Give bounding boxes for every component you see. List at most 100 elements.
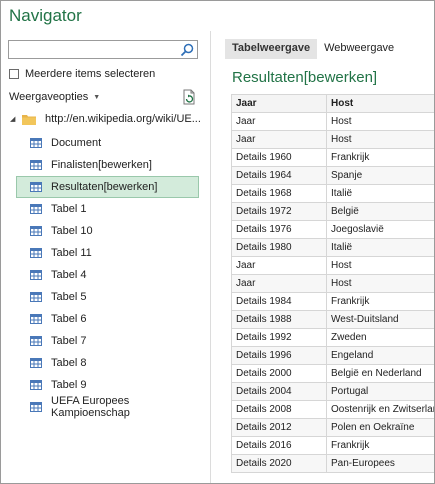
tree-item[interactable]: Tabel 7	[16, 330, 199, 352]
table-row: Jaar Host	[231, 112, 434, 131]
pane-divider	[210, 31, 211, 483]
tree-root[interactable]: ◢ http://en.wikipedia.org/wiki/UE...	[10, 113, 201, 125]
tree-item[interactable]: Tabel 10	[16, 220, 199, 242]
table-row: Details 1992 Zweden	[231, 328, 434, 347]
table-row: Details 1976 Joegoslavië	[231, 220, 434, 239]
table-row: Details 2000 België en Nederland	[231, 364, 434, 383]
table-cell: België en Nederland	[326, 364, 434, 383]
table-row: Details 2016 Frankrijk	[231, 436, 434, 455]
table-cell: Details 1988	[231, 310, 327, 329]
table-cell: Jaar	[231, 274, 327, 293]
tree-item[interactable]: Tabel 5	[16, 286, 199, 308]
table-row: Details 1984 Frankrijk	[231, 292, 434, 311]
tab-webweergave[interactable]: Webweergave	[317, 39, 401, 59]
column-header[interactable]: Jaar	[231, 94, 327, 113]
view-tabs: Tabelweergave Webweergave	[225, 39, 401, 59]
table-cell: Zweden	[326, 328, 434, 347]
table-row: Details 1980 Italië	[231, 238, 434, 257]
table-cell: West-Duitsland	[326, 310, 434, 329]
table-cell: Portugal	[326, 382, 434, 401]
table-row: Jaar Host	[231, 130, 434, 149]
tree-item[interactable]: Tabel 8	[16, 352, 199, 374]
column-header[interactable]: Host	[326, 94, 434, 113]
table-cell: Details 1980	[231, 238, 327, 257]
tree-item-label: Finalisten[bewerken]	[51, 159, 152, 171]
table-cell: Engeland	[326, 346, 434, 365]
tree-item-label: Tabel 11	[51, 247, 92, 259]
tree-item[interactable]: Resultaten[bewerken]	[16, 176, 199, 198]
table-row: Details 1972 België	[231, 202, 434, 221]
table-cell: Details 2020	[231, 454, 327, 473]
table-icon	[30, 226, 42, 236]
tree-item-label: Tabel 8	[51, 357, 87, 369]
tree-item[interactable]: Finalisten[bewerken]	[16, 154, 199, 176]
table-cell: Details 1968	[231, 184, 327, 203]
refresh-icon[interactable]	[182, 89, 196, 105]
table-icon	[30, 182, 42, 192]
multi-select-checkbox[interactable]	[9, 69, 19, 79]
table-header-row: Jaar Host	[231, 94, 434, 113]
table-cell: Polen en Oekraïne	[326, 418, 434, 437]
window-title: Navigator	[9, 6, 82, 25]
table-cell: Details 2008	[231, 400, 327, 419]
table-icon	[30, 292, 42, 302]
tree-item[interactable]: Tabel 9	[16, 374, 199, 396]
table-icon	[30, 314, 42, 324]
tree-item-label: Tabel 1	[51, 203, 87, 215]
table-icon	[30, 204, 42, 214]
tree-item-label: Tabel 6	[51, 313, 87, 325]
table-cell: Details 2016	[231, 436, 327, 455]
tree-item[interactable]: Tabel 11	[16, 242, 199, 264]
tree-item-label: Tabel 4	[51, 269, 87, 281]
table-row: Details 2012 Polen en Oekraïne	[231, 418, 434, 437]
table-row: Jaar Host	[231, 256, 434, 275]
table-icon	[30, 270, 42, 280]
folder-icon	[22, 114, 36, 125]
table-cell: Details 1964	[231, 166, 327, 185]
table-cell: Details 2012	[231, 418, 327, 437]
table-icon	[30, 380, 42, 390]
table-cell: Spanje	[326, 166, 434, 185]
table-icon	[30, 358, 42, 368]
multi-select-row[interactable]: Meerdere items selecteren	[9, 68, 155, 80]
table-row: Details 2008 Oostenrijk en Zwitserland	[231, 400, 434, 419]
table-cell: Details 1984	[231, 292, 327, 311]
chevron-down-icon: ▼	[93, 93, 101, 101]
display-options-label: Weergaveopties	[9, 91, 89, 103]
table-cell: Jaar	[231, 130, 327, 149]
table-cell: Italië	[326, 238, 434, 257]
tree-item[interactable]: Document	[16, 132, 199, 154]
search-icon[interactable]	[180, 43, 194, 57]
tree-item-label: UEFA Europees Kampioenschap	[51, 395, 130, 419]
table-cell: Italië	[326, 184, 434, 203]
table-row: Jaar Host	[231, 274, 434, 293]
table-cell: Jaar	[231, 256, 327, 275]
tree-item[interactable]: Tabel 6	[16, 308, 199, 330]
table-cell: Oostenrijk en Zwitserland	[326, 400, 434, 419]
collapse-arrow-icon[interactable]: ◢	[10, 115, 22, 123]
tree-root-label: http://en.wikipedia.org/wiki/UE...	[45, 113, 201, 125]
table-cell: Details 1992	[231, 328, 327, 347]
table-icon	[30, 402, 42, 412]
search-input[interactable]	[8, 40, 198, 59]
display-options-dropdown[interactable]: Weergaveopties ▼	[9, 91, 100, 103]
tree-item[interactable]: Tabel 1	[16, 198, 199, 220]
table-icon	[30, 160, 42, 170]
table-row: Details 1996 Engeland	[231, 346, 434, 365]
table-cell: Host	[326, 256, 434, 275]
table-cell: Details 1996	[231, 346, 327, 365]
table-cell: Joegoslavië	[326, 220, 434, 239]
table-cell: Jaar	[231, 112, 327, 131]
tree-item-label: Resultaten[bewerken]	[51, 181, 158, 193]
table-cell: Details 1960	[231, 148, 327, 167]
table-row: Details 1988 West-Duitsland	[231, 310, 434, 329]
tree-item-label: Tabel 10	[51, 225, 93, 237]
tree-item[interactable]: UEFA Europees Kampioenschap	[16, 395, 199, 419]
tree-item[interactable]: Tabel 4	[16, 264, 199, 286]
table-row: Details 1964 Spanje	[231, 166, 434, 185]
table-icon	[30, 248, 42, 258]
table-row: Details 1960 Frankrijk	[231, 148, 434, 167]
navigator-window: Navigator Meerdere items selecteren Weer…	[0, 0, 435, 484]
tab-tabelweergave[interactable]: Tabelweergave	[225, 39, 318, 59]
table-row: Details 2004 Portugal	[231, 382, 434, 401]
